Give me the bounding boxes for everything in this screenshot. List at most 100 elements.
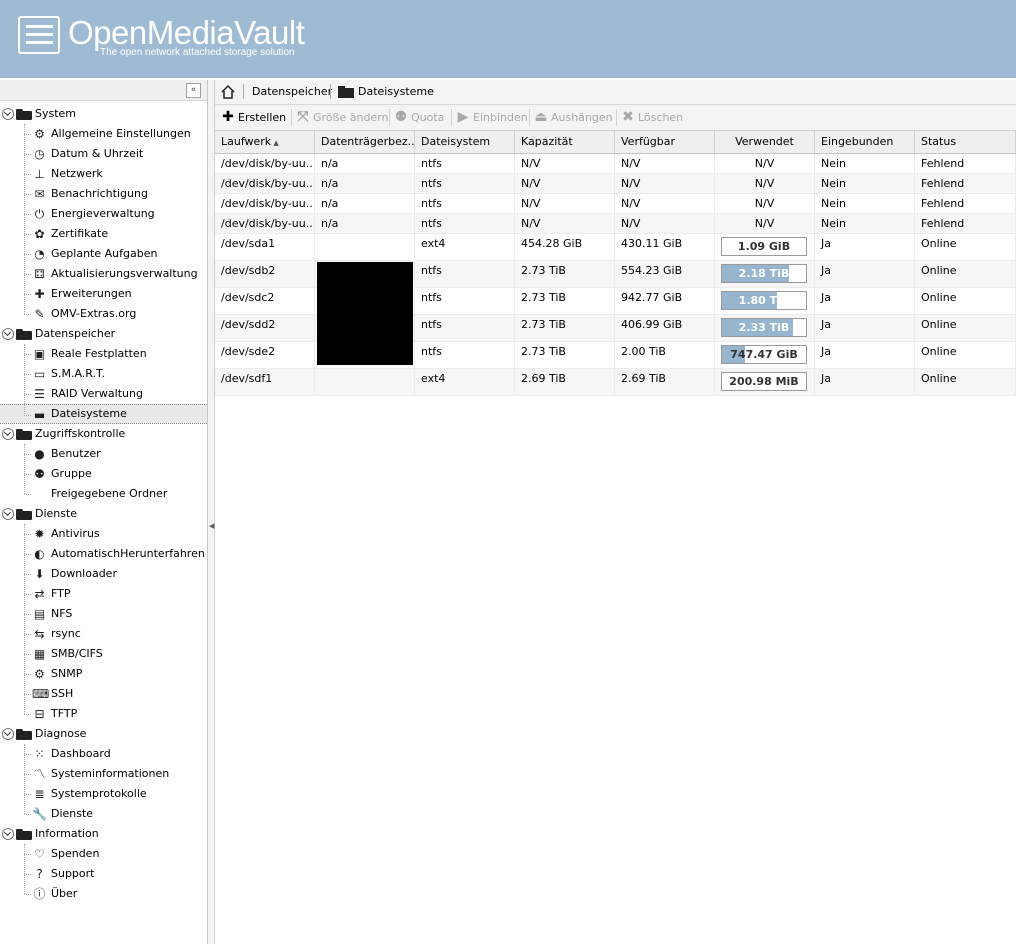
- nav-item-automatischherunterfahren[interactable]: ◐ AutomatischHerunterfahren: [0, 544, 207, 564]
- nav-item-ftp[interactable]: ⇄ FTP: [0, 584, 207, 604]
- nav-item-ssh[interactable]: ⌨ SSH: [0, 684, 207, 704]
- aushängen-button[interactable]: ⏏ Aushängen: [533, 107, 612, 128]
- column-header-device[interactable]: Laufwerk ▲: [215, 131, 315, 153]
- cell-label: n/a: [315, 154, 415, 173]
- nav-item-freigegebene-ordner[interactable]: Freigegebene Ordner: [0, 484, 207, 504]
- einbinden-button[interactable]: ▶ Einbinden: [455, 107, 528, 128]
- expand-toggle-icon[interactable]: [2, 108, 14, 120]
- nav-item-raid-verwaltung[interactable]: ☰ RAID Verwaltung: [0, 384, 207, 404]
- tree-connector: [24, 415, 31, 416]
- nav-item-reale-festplatten[interactable]: ▣ Reale Festplatten: [0, 344, 207, 364]
- expand-toggle-icon[interactable]: [2, 508, 14, 520]
- nav-item-support[interactable]: ? Support: [0, 864, 207, 884]
- table-row[interactable]: /dev/sdf1 ext4 2.69 TiB 2.69 TiB 200.98 MiB J…: [215, 369, 1016, 396]
- expand-toggle-icon[interactable]: [2, 328, 14, 340]
- cell-text: [321, 369, 414, 372]
- größe-ändern-button[interactable]: ⤧ Größe ändern: [295, 107, 388, 128]
- nav-group-system[interactable]: System: [0, 104, 207, 124]
- cell-text: Ja: [821, 237, 831, 250]
- table-row[interactable]: /dev/disk/by-uu... n/a ntfs N/V N/V N/V Nein Fe…: [215, 194, 1016, 214]
- cell-device: /dev/sdd2: [215, 315, 315, 341]
- sidebar-splitter[interactable]: ◀: [208, 80, 215, 944]
- collapse-sidebar-icon[interactable]: «: [186, 83, 201, 98]
- nav-item-erweiterungen[interactable]: ✚ Erweiterungen: [0, 284, 207, 304]
- column-header-used[interactable]: Verwendet: [715, 131, 815, 153]
- nav-item-nfs[interactable]: ▤ NFS: [0, 604, 207, 624]
- nav-item-dashboard[interactable]: ⁙ Dashboard: [0, 744, 207, 764]
- cell-mounted: Ja: [815, 288, 915, 314]
- nav-item-label: Energieverwaltung: [51, 207, 155, 220]
- nav-item-spenden[interactable]: ♡ Spenden: [0, 844, 207, 864]
- nav-item-über[interactable]: ⓘ Über: [0, 884, 207, 904]
- nav-item-smb-cifs[interactable]: ▦ SMB/CIFS: [0, 644, 207, 664]
- splitter-arrow-icon[interactable]: ◀: [209, 522, 214, 530]
- nav-item-systeminformationen[interactable]: 〽 Systeminformationen: [0, 764, 207, 784]
- cell-text: Fehlend: [921, 217, 965, 230]
- nav-group-label: Datenspeicher: [35, 327, 116, 340]
- nav-group-diagnose[interactable]: Diagnose: [0, 724, 207, 744]
- nav-item-rsync[interactable]: ⇆ rsync: [0, 624, 207, 644]
- table-row[interactable]: /dev/disk/by-uu... n/a ntfs N/V N/V N/V Nein Fe…: [215, 214, 1016, 234]
- löschen-button[interactable]: ✖ Löschen: [620, 107, 683, 128]
- nav-item-zertifikate[interactable]: ✿ Zertifikate: [0, 224, 207, 244]
- nav-item-gruppe[interactable]: ⚉ Gruppe: [0, 464, 207, 484]
- column-header-available[interactable]: Verfügbar: [615, 131, 715, 153]
- nav-item-allgemeine-einstellungen[interactable]: ⚙ Allgemeine Einstellungen: [0, 124, 207, 144]
- nav-item-datum-uhrzeit[interactable]: ◷ Datum & Uhrzeit: [0, 144, 207, 164]
- column-header-fs[interactable]: Dateisystem: [415, 131, 515, 153]
- expand-toggle-icon[interactable]: [2, 428, 14, 440]
- cell-text: n/a: [321, 217, 339, 230]
- nav-item-snmp[interactable]: ⚙ SNMP: [0, 664, 207, 684]
- cell-capacity: 2.73 TiB: [515, 342, 615, 368]
- expand-toggle-icon[interactable]: [2, 728, 14, 740]
- nav-item-systemprotokolle[interactable]: ≣ Systemprotokolle: [0, 784, 207, 804]
- nav-item-label: SNMP: [51, 667, 83, 680]
- cell-used: N/V: [715, 174, 815, 193]
- tree-connector: [24, 524, 25, 714]
- nav-item-antivirus[interactable]: ✹ Antivirus: [0, 524, 207, 544]
- column-header-label[interactable]: Datenträgerbez...: [315, 131, 415, 153]
- column-header-status[interactable]: Status: [915, 131, 1016, 153]
- breadcrumb-datenspeicher[interactable]: Datenspeicher: [252, 85, 332, 98]
- cell-fs: ntfs: [415, 261, 515, 287]
- cell-text: Ja: [821, 318, 831, 331]
- cell-available: N/V: [615, 174, 715, 193]
- cell-text: Nein: [821, 197, 847, 210]
- nav-item-aktualisierungsverwaltung[interactable]: ⚃ Aktualisierungsverwaltung: [0, 264, 207, 284]
- table-row[interactable]: /dev/disk/by-uu... n/a ntfs N/V N/V N/V Nein Fe…: [215, 154, 1016, 174]
- table-row[interactable]: /dev/sda1 ext4 454.28 GiB 430.11 GiB 1.09 Gi…: [215, 234, 1016, 261]
- nav-item-netzwerk[interactable]: ⊥ Netzwerk: [0, 164, 207, 184]
- nav-item-dienste[interactable]: 🔧 Dienste: [0, 804, 207, 824]
- cell-text: 406.99 GiB: [621, 318, 683, 331]
- nav-item-geplante-aufgaben[interactable]: ◔ Geplante Aufgaben: [0, 244, 207, 264]
- cell-text: n/a: [321, 157, 339, 170]
- erstellen-button[interactable]: ✚ Erstellen: [220, 107, 286, 128]
- breadcrumb-separator: [330, 84, 331, 99]
- nav-group-dienste[interactable]: Dienste: [0, 504, 207, 524]
- cell-status: Online: [915, 234, 1016, 260]
- nav-group-label: Diagnose: [35, 727, 87, 740]
- expand-toggle-icon[interactable]: [2, 828, 14, 840]
- folder-open-icon: [16, 109, 32, 120]
- cell-text: Ja: [821, 372, 831, 385]
- nav-item-label: Benutzer: [51, 447, 101, 460]
- table-row[interactable]: /dev/disk/by-uu... n/a ntfs N/V N/V N/V Nein Fe…: [215, 174, 1016, 194]
- nav-item-energieverwaltung[interactable]: ⏻ Energieverwaltung: [0, 204, 207, 224]
- nav-item-tftp[interactable]: ⊟ TFTP: [0, 704, 207, 724]
- nav-group-zugriffskontrolle[interactable]: Zugriffskontrolle: [0, 424, 207, 444]
- column-header-mounted[interactable]: Eingebunden: [815, 131, 915, 153]
- nav-item-s-m-a-r-t[interactable]: ▭ S.M.A.R.T.: [0, 364, 207, 384]
- home-icon[interactable]: [220, 84, 236, 100]
- nav-item-dateisysteme[interactable]: ▬ Dateisysteme: [0, 404, 207, 424]
- quota-button[interactable]: ⚉ Quota: [393, 107, 445, 128]
- cell-text: ntfs: [421, 177, 442, 190]
- nav-item-benachrichtigung[interactable]: ✉ Benachrichtigung: [0, 184, 207, 204]
- column-header-capacity[interactable]: Kapazität: [515, 131, 615, 153]
- nav-group-datenspeicher[interactable]: Datenspeicher: [0, 324, 207, 344]
- nav-item-benutzer[interactable]: ● Benutzer: [0, 444, 207, 464]
- cell-capacity: 2.73 TiB: [515, 261, 615, 287]
- nav-group-information[interactable]: Information: [0, 824, 207, 844]
- nav-item-omv-extras-org[interactable]: ✎ OMV-Extras.org: [0, 304, 207, 324]
- tree-connector: [24, 194, 31, 195]
- nav-item-downloader[interactable]: ⬇ Downloader: [0, 564, 207, 584]
